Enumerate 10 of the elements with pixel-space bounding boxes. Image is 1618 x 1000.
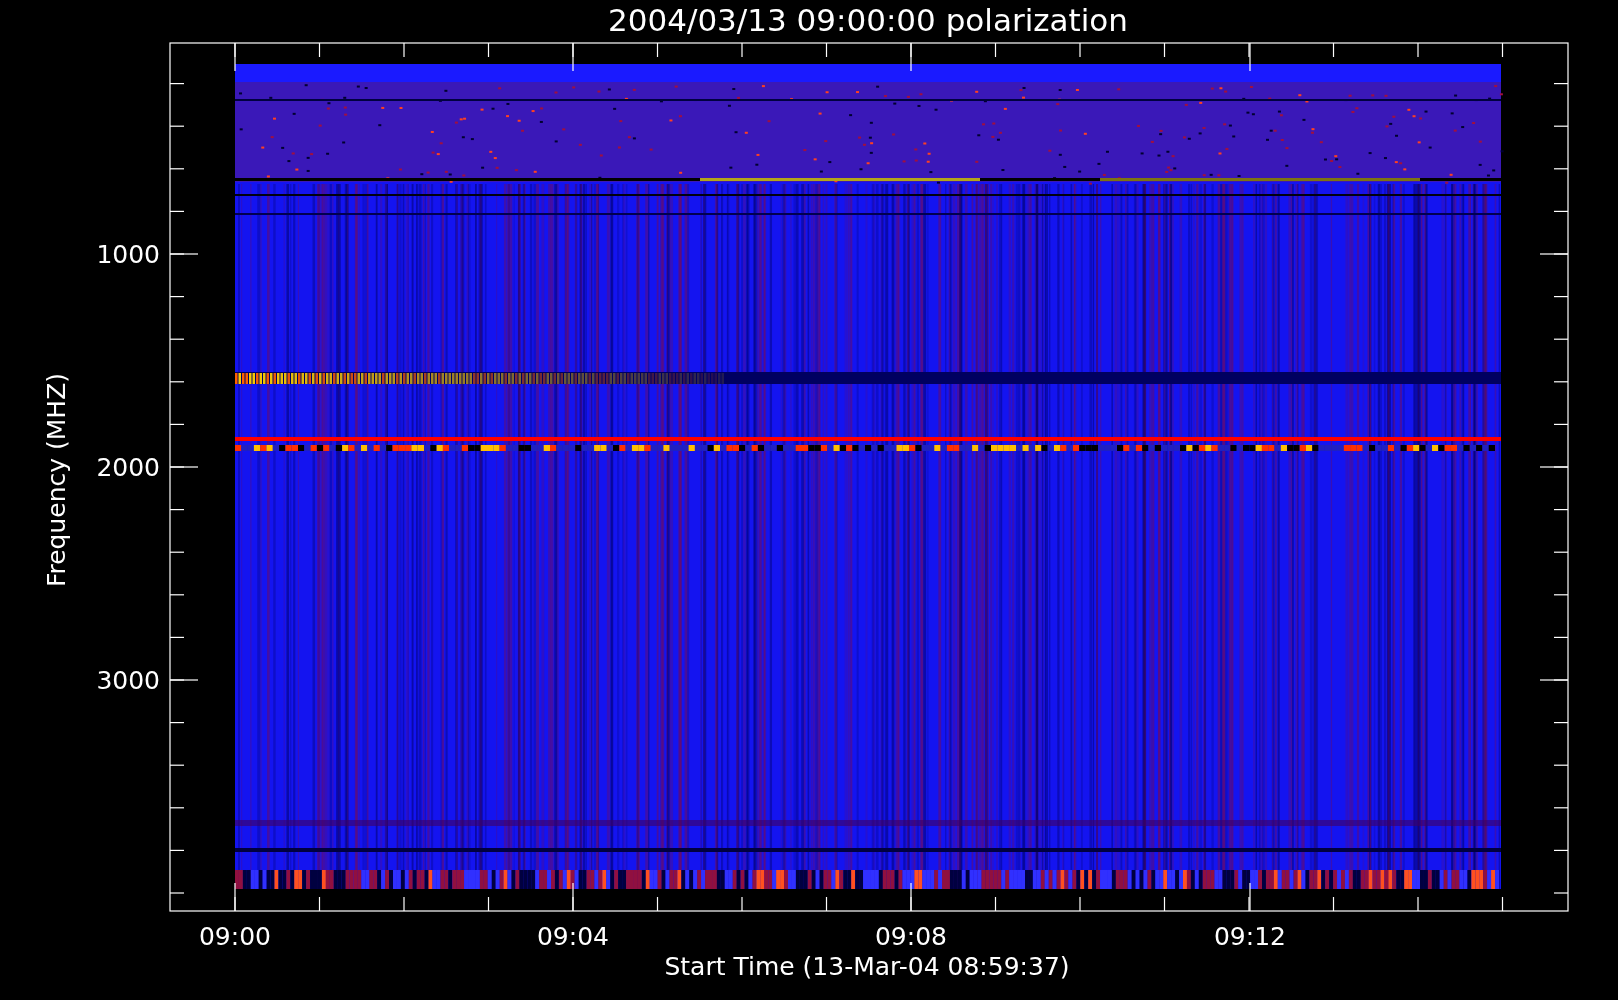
- y-tick-label: 3000: [96, 666, 160, 695]
- x-tick-label: 09:04: [537, 922, 609, 951]
- chart-title: 2004/03/13 09:00:00 polarization: [608, 2, 1128, 38]
- x-axis-label: Start Time (13-Mar-04 08:59:37): [664, 952, 1070, 981]
- x-tick-label: 09:12: [1214, 922, 1286, 951]
- y-axis-label: Frequency (MHZ): [42, 372, 71, 588]
- x-tick-label: 09:08: [875, 922, 947, 951]
- y-tick-label: 1000: [96, 240, 160, 269]
- x-tick-label: 09:00: [199, 922, 271, 951]
- y-tick-label: 2000: [96, 453, 160, 482]
